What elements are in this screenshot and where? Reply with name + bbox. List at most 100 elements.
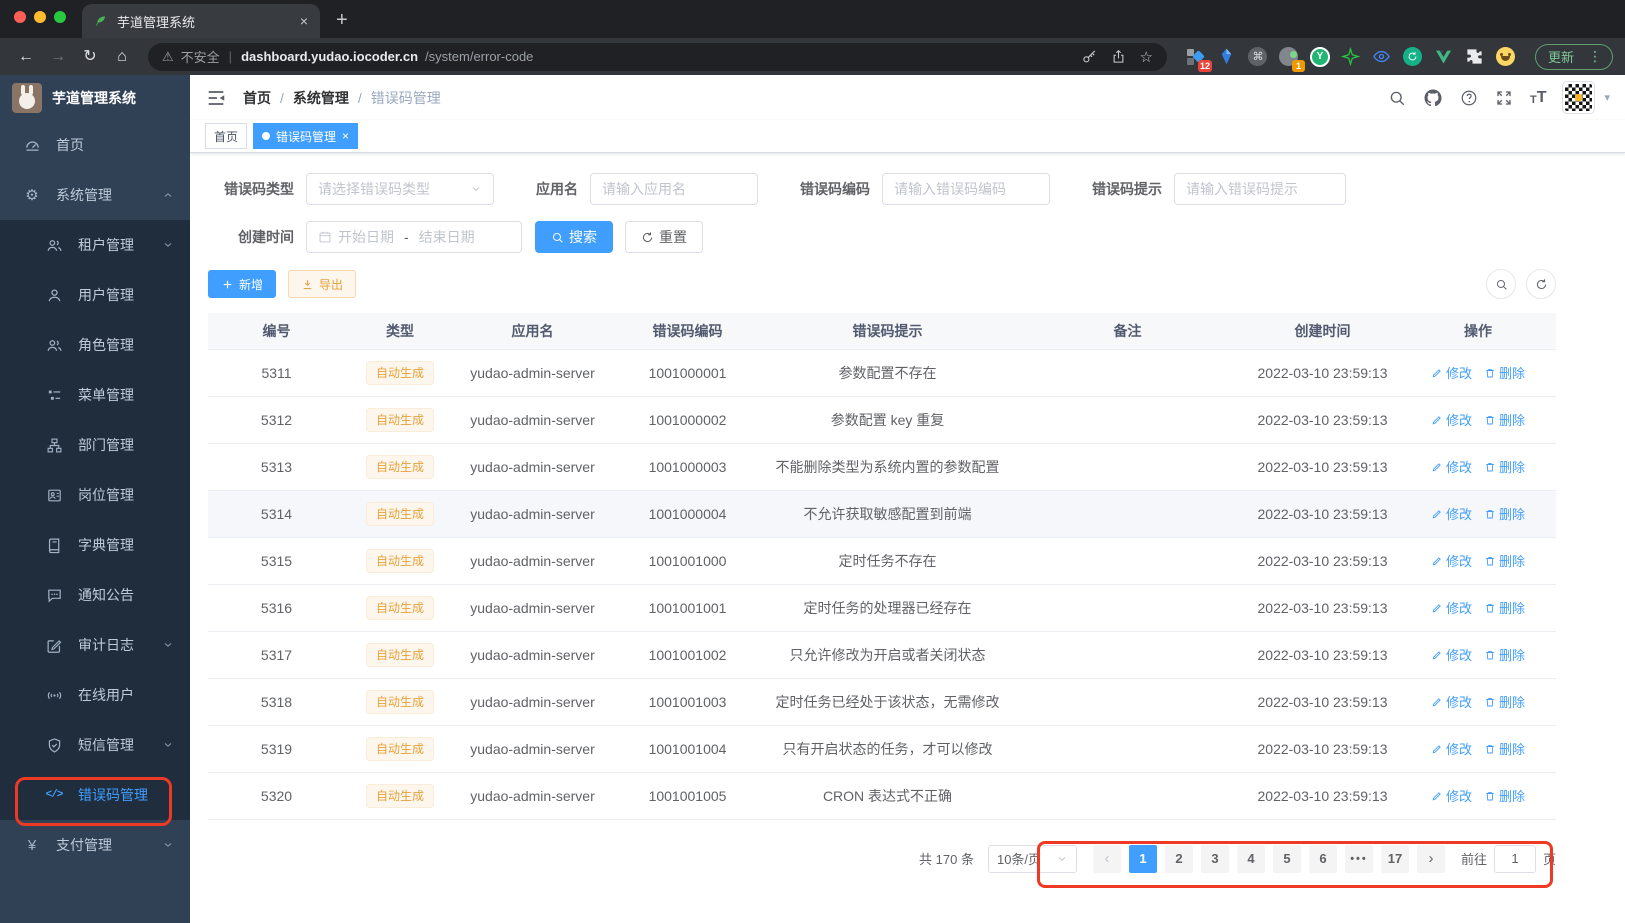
security-warning-icon[interactable]: ⚠ [162, 49, 174, 65]
page-button-6[interactable]: 6 [1308, 844, 1337, 873]
edit-link[interactable]: 修改 [1431, 363, 1472, 382]
avatar-dropdown-icon[interactable]: ▾ [1604, 91, 1610, 104]
sidebar-item-pay[interactable]: ¥ 支付管理 [0, 820, 190, 870]
tag-active[interactable]: 错误码管理 × [253, 123, 359, 149]
sidebar-collapse-icon[interactable] [205, 87, 227, 109]
add-button[interactable]: 新增 [208, 270, 277, 298]
search-button[interactable]: 搜索 [535, 221, 613, 253]
edit-link[interactable]: 修改 [1431, 457, 1472, 476]
extension-eye-icon[interactable] [1371, 46, 1393, 68]
edit-link[interactable]: 修改 [1431, 786, 1472, 805]
sidebar-item-menu[interactable]: 菜单管理 [0, 370, 190, 420]
goto-page-input[interactable] [1493, 844, 1536, 873]
font-size-icon[interactable]: TT [1530, 89, 1547, 106]
delete-link[interactable]: 删除 [1484, 363, 1525, 382]
delete-link[interactable]: 删除 [1484, 786, 1525, 805]
fullscreen-icon[interactable] [1495, 89, 1513, 107]
edit-link[interactable]: 修改 [1431, 645, 1472, 664]
next-page-button[interactable]: › [1416, 844, 1445, 873]
extension-recorder-icon[interactable]: 1 [1278, 46, 1305, 72]
password-key-icon[interactable] [1082, 49, 1097, 64]
address-bar[interactable]: ⚠ 不安全 | dashboard.yudao.iocoder.cn /syst… [148, 42, 1167, 71]
page-button-1[interactable]: 1 [1128, 844, 1157, 873]
sidebar-item-system[interactable]: ⚙ 系统管理 [0, 170, 190, 220]
error-msg-input[interactable] [1186, 181, 1334, 197]
extension-emoji-icon[interactable] [1495, 46, 1517, 68]
header-search-icon[interactable] [1388, 89, 1406, 107]
edit-link[interactable]: 修改 [1431, 551, 1472, 570]
extension-puzzle-icon[interactable] [1464, 46, 1486, 68]
page-button-2[interactable]: 2 [1164, 844, 1193, 873]
page-button-17[interactable]: 17 [1380, 844, 1409, 873]
browser-menu-icon[interactable]: ⋮ [1582, 48, 1608, 65]
extension-sync-icon[interactable] [1402, 46, 1424, 68]
breadcrumb-item[interactable]: 首页 [243, 88, 271, 108]
extension-star-icon[interactable] [1340, 46, 1362, 68]
export-button[interactable]: 导出 [288, 270, 357, 298]
breadcrumb-item[interactable]: 系统管理 [293, 88, 349, 108]
hide-search-button[interactable] [1486, 269, 1516, 299]
sidebar-item-online[interactable]: 在线用户 [0, 670, 190, 720]
error-type-select[interactable]: 请选择错误码类型 [306, 173, 494, 205]
extension-kite-icon[interactable] [1216, 46, 1238, 68]
share-icon[interactable] [1111, 49, 1126, 64]
close-window-button[interactable] [14, 11, 26, 23]
sidebar-item-home[interactable]: 首页 [0, 120, 190, 170]
sidebar-item-notice[interactable]: 通知公告 [0, 570, 190, 620]
sidebar-item-errcode[interactable]: </> 错误码管理 [0, 770, 190, 820]
sidebar-item-user[interactable]: 用户管理 [0, 270, 190, 320]
app-logo[interactable]: 芋道管理系统 [0, 75, 190, 120]
page-size-select[interactable]: 10条/页 [987, 844, 1077, 873]
app-name-input[interactable] [602, 181, 746, 197]
sidebar-item-dept[interactable]: 部门管理 [0, 420, 190, 470]
edit-link[interactable]: 修改 [1431, 598, 1472, 617]
back-button[interactable]: ← [12, 48, 40, 65]
sidebar-item-tenant[interactable]: 租户管理 [0, 220, 190, 270]
delete-link[interactable]: 删除 [1484, 410, 1525, 429]
date-range-picker[interactable]: 开始日期 - 结束日期 [306, 221, 522, 253]
maximize-window-button[interactable] [54, 11, 66, 23]
delete-link[interactable]: 删除 [1484, 645, 1525, 664]
github-icon[interactable] [1423, 88, 1443, 108]
error-code-input[interactable] [894, 181, 1038, 197]
previous-page-button[interactable]: ‹ [1092, 844, 1121, 873]
delete-link[interactable]: 删除 [1484, 551, 1525, 570]
sidebar-item-role[interactable]: 角色管理 [0, 320, 190, 370]
extension-grid-icon[interactable]: 12 [1185, 46, 1212, 72]
edit-link[interactable]: 修改 [1431, 692, 1472, 711]
page-button-3[interactable]: 3 [1200, 844, 1229, 873]
page-button-5[interactable]: 5 [1272, 844, 1301, 873]
edit-link[interactable]: 修改 [1431, 739, 1472, 758]
security-label[interactable]: 不安全 [181, 47, 220, 66]
sidebar-item-post[interactable]: 岗位管理 [0, 470, 190, 520]
delete-link[interactable]: 删除 [1484, 739, 1525, 758]
delete-link[interactable]: 删除 [1484, 598, 1525, 617]
help-icon[interactable] [1460, 89, 1478, 107]
tab-close-icon[interactable]: × [300, 13, 308, 29]
forward-button[interactable]: → [44, 48, 72, 65]
bookmark-star-icon[interactable]: ☆ [1140, 48, 1153, 66]
refresh-table-button[interactable] [1526, 269, 1556, 299]
page-button-4[interactable]: 4 [1236, 844, 1265, 873]
edit-link[interactable]: 修改 [1431, 504, 1472, 523]
new-tab-button[interactable]: + [320, 10, 364, 38]
browser-update-button[interactable]: 更新 ⋮ [1534, 43, 1613, 70]
tag-item[interactable]: 首页 [205, 123, 248, 149]
delete-link[interactable]: 删除 [1484, 692, 1525, 711]
extension-vue-icon[interactable] [1433, 46, 1455, 68]
extension-y-icon[interactable]: Y [1309, 46, 1331, 68]
reset-button[interactable]: 重置 [625, 221, 703, 253]
extension-command-icon[interactable]: ⌘ [1247, 46, 1269, 68]
delete-link[interactable]: 删除 [1484, 457, 1525, 476]
sidebar-item-sms[interactable]: 短信管理 [0, 720, 190, 770]
more-pages-button[interactable]: ••• [1344, 844, 1373, 873]
sidebar-item-audit[interactable]: 审计日志 [0, 620, 190, 670]
avatar[interactable] [1562, 81, 1596, 114]
sidebar-item-dict[interactable]: 字典管理 [0, 520, 190, 570]
minimize-window-button[interactable] [34, 11, 46, 23]
reload-button[interactable]: ↻ [76, 48, 104, 65]
edit-link[interactable]: 修改 [1431, 410, 1472, 429]
home-button[interactable]: ⌂ [108, 48, 136, 65]
delete-link[interactable]: 删除 [1484, 504, 1525, 523]
tag-close-icon[interactable]: × [342, 130, 349, 142]
